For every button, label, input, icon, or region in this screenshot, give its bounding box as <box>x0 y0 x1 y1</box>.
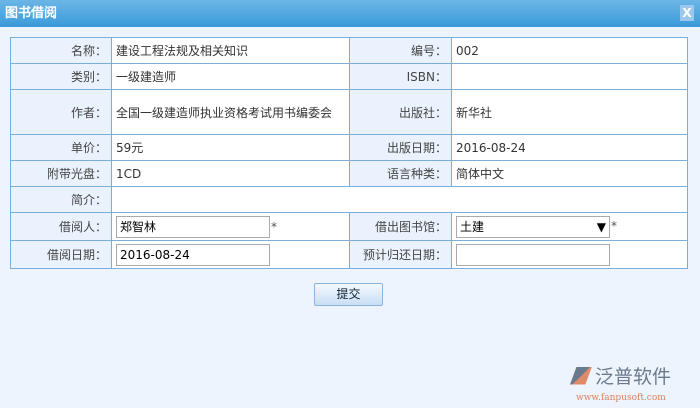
required-mark: * <box>611 219 617 233</box>
logo-url: www.fanpusoft.com <box>576 393 666 403</box>
submit-button[interactable]: 提交 <box>314 283 383 306</box>
language-value: 简体中文 <box>451 160 688 187</box>
borrower-label: 借阅人： <box>10 212 112 241</box>
isbn-value <box>451 63 688 90</box>
return-date-input[interactable] <box>456 243 610 266</box>
publisher-label: 出版社： <box>349 89 452 135</box>
logo-icon <box>570 366 592 385</box>
author-label: 作者： <box>10 89 112 135</box>
pub-date-label: 出版日期： <box>349 134 452 161</box>
library-selected: 土建 <box>460 220 485 234</box>
dialog-title: 图书借阅 <box>5 6 58 21</box>
brand-logo: 泛普软件 www.fanpusoft.com <box>570 362 695 403</box>
publisher-value: 新华社 <box>451 89 688 135</box>
close-button[interactable]: X <box>680 5 694 21</box>
intro-label: 简介： <box>10 186 112 213</box>
price-label: 单价： <box>10 134 112 161</box>
author-value: 全国一级建造师执业资格考试用书编委会 <box>111 89 350 135</box>
library-select[interactable]: 土建 ▼ <box>456 215 610 238</box>
intro-value <box>111 186 688 213</box>
code-label: 编号： <box>349 37 452 64</box>
borrow-date-label: 借阅日期： <box>10 240 112 269</box>
dialog-titlebar: 图书借阅 X <box>0 0 700 27</box>
library-label: 借出图书馆： <box>349 212 452 241</box>
disc-label: 附带光盘： <box>10 160 112 187</box>
isbn-label: ISBN： <box>349 63 452 90</box>
dropdown-arrow-icon: ▼ <box>596 219 606 234</box>
pub-date-value: 2016-08-24 <box>451 134 688 161</box>
name-value: 建设工程法规及相关知识 <box>111 37 350 64</box>
price-value: 59元 <box>111 134 350 161</box>
code-value: 002 <box>451 37 688 64</box>
disc-value: 1CD <box>111 160 350 187</box>
required-mark: * <box>271 220 277 234</box>
name-label: 名称： <box>10 37 112 64</box>
logo-name: 泛普软件 <box>595 366 672 388</box>
language-label: 语言种类： <box>349 160 452 187</box>
category-value: 一级建造师 <box>111 63 350 90</box>
return-date-label: 预计归还日期： <box>349 240 452 269</box>
book-info-table: 名称： 建设工程法规及相关知识 编号： 002 类别： 一级建造师 ISBN： … <box>10 37 688 269</box>
borrower-input[interactable] <box>116 215 270 238</box>
borrow-date-input[interactable] <box>116 243 270 266</box>
category-label: 类别： <box>10 63 112 90</box>
